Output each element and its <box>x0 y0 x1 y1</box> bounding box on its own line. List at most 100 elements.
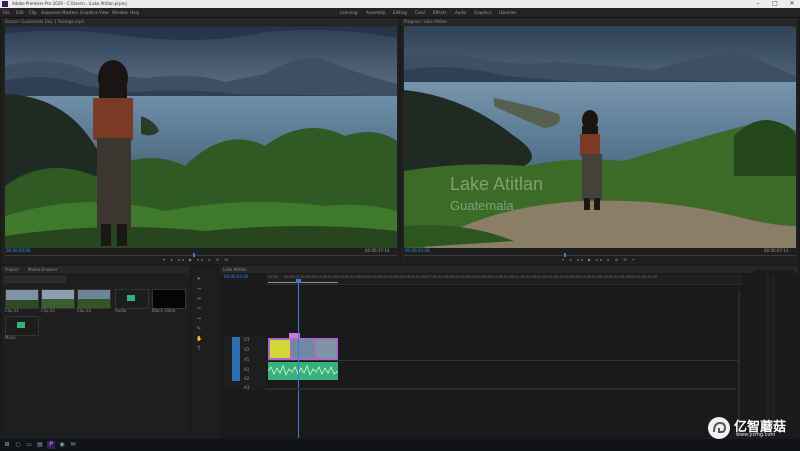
workspace-editing[interactable]: Editing <box>393 10 407 15</box>
work-area-bar[interactable] <box>268 282 338 283</box>
selection-tool-icon[interactable]: ➤ <box>196 276 202 282</box>
project-thumb-black-video[interactable] <box>152 289 186 309</box>
track-target-v1[interactable] <box>232 337 240 381</box>
search-icon[interactable]: ○ <box>14 441 22 449</box>
project-item-label-4: Audio <box>115 308 127 313</box>
title-overlay-line2: Guatemala <box>450 198 514 213</box>
maximize-button[interactable]: □ <box>767 0 783 8</box>
tab-media-browser[interactable]: Media Browser <box>28 267 58 272</box>
workspace-audio[interactable]: Audio <box>455 10 466 15</box>
track-label-a3: A3 <box>244 385 250 390</box>
tools-panel: ➤ ⇥ ⇔ ✂ ↔ ✎ ✋ T <box>192 266 218 438</box>
ruler-label-9: 00:00:09:00 <box>460 275 482 279</box>
project-thumb-music[interactable] <box>5 316 39 336</box>
source-monitor-tab[interactable]: Source: Guatemala Day 1 Footage.mp4 <box>5 19 84 24</box>
project-thumb-audio[interactable] <box>115 289 149 309</box>
ruler-label-17: 00:00:17:00 <box>636 275 658 279</box>
track-label-a1: A1 <box>244 367 250 372</box>
program-timecode-current[interactable]: 00:00:03:00 <box>405 248 429 253</box>
workspace-assembly[interactable]: Assembly <box>366 10 385 15</box>
workspace-color[interactable]: Color <box>415 10 425 15</box>
audio-clip-a1[interactable] <box>267 362 339 380</box>
program-timecode-duration: 00:00:07:14 <box>764 248 789 253</box>
browser-icon[interactable]: ◉ <box>58 441 66 449</box>
minimize-button[interactable]: – <box>750 0 766 8</box>
timeline-playhead[interactable] <box>298 282 299 438</box>
project-thumb-clip-01[interactable] <box>5 289 39 309</box>
premiere-pro-icon[interactable]: P <box>47 441 55 449</box>
menu-window[interactable]: Window <box>112 10 128 15</box>
title-overlay-line1: Lake Atitlan <box>450 174 544 194</box>
ruler-label-3: 00:00:03:00 <box>328 275 350 279</box>
ruler-label-6: 00:00:06:00 <box>394 275 416 279</box>
timeline-timecode[interactable]: 00:00:03:00 <box>224 274 248 279</box>
audio-meter-right <box>772 274 775 424</box>
mail-icon[interactable]: ✉ <box>69 441 77 449</box>
track-label-a2: A2 <box>244 376 250 381</box>
project-item-label-2: Clip 02 <box>41 308 55 313</box>
timeline-sequence-tab[interactable]: Lake Atitlan <box>223 267 247 272</box>
program-video-frame[interactable]: Lake Atitlan Guatemala <box>404 26 796 248</box>
menu-sequence[interactable]: Sequence <box>41 10 61 15</box>
track-label-v2: V2 <box>244 347 250 352</box>
program-monitor-tab[interactable]: Program: Lake Atitlan <box>404 19 447 24</box>
menu-help[interactable]: Help <box>130 10 139 15</box>
source-controls-bar: 00:00:00:00 00:00:17:14 ▾ ◂ ◂◂ ▶ ▸▸ ▸ ⊕ … <box>5 248 397 262</box>
menu-markers[interactable]: Markers <box>62 10 78 15</box>
ruler-label-5: 00:00:05:00 <box>372 275 394 279</box>
task-view-icon[interactable]: ▭ <box>25 441 33 449</box>
ruler-label-16: 00:00:16:00 <box>614 275 636 279</box>
window-title: Adobe Premiere Pro 2019 - C:\Users\...\L… <box>12 1 127 6</box>
project-panel-header: Project Media Browser <box>2 266 190 273</box>
windows-icon[interactable]: ⊞ <box>3 441 11 449</box>
track-label-v3: V3 <box>244 337 250 342</box>
ruler-label-10: 00:00:10:00 <box>482 275 504 279</box>
video-clip-thumb-2 <box>292 340 314 358</box>
program-scrub-bar[interactable] <box>404 255 796 256</box>
project-thumb-clip-02[interactable] <box>41 289 75 309</box>
video-clip-v1[interactable] <box>268 338 338 360</box>
timeline-vertical-scrollbar[interactable] <box>738 290 740 434</box>
tab-project[interactable]: Project <box>5 267 19 272</box>
source-timecode-current[interactable]: 00:00:00:00 <box>6 248 30 253</box>
title-bar: Adobe Premiere Pro 2019 - C:\Users\...\L… <box>0 0 800 8</box>
project-item-label-6: Music <box>5 335 17 340</box>
project-thumb-clip-03[interactable] <box>77 289 111 309</box>
program-transport-controls[interactable]: ▾ ◂ ◂◂ ▶ ▸▸ ▸ ⊕ ⊞ ✂ <box>562 257 637 262</box>
workspace-libraries[interactable]: Libraries <box>499 10 516 15</box>
watermark-logo-icon <box>708 417 730 439</box>
program-landscape-image <box>404 26 796 248</box>
windows-taskbar: ⊞ ○ ▭ ▤ P ◉ ✉ <box>0 439 800 451</box>
workspace-learning[interactable]: Learning <box>340 10 357 15</box>
menu-view[interactable]: View <box>99 10 109 15</box>
track-select-tool-icon[interactable]: ⇥ <box>196 286 202 292</box>
audio-meter-left <box>766 274 769 424</box>
audio-waveform <box>267 364 339 377</box>
menu-file[interactable]: File <box>3 10 10 15</box>
track-headers: V3 V2 V1 A1 A2 A3 <box>224 335 266 390</box>
workspace-graphics[interactable]: Graphics <box>474 10 492 15</box>
menu-clip[interactable]: Clip <box>29 10 37 15</box>
workspace-effects[interactable]: Effects <box>433 10 447 15</box>
slip-tool-icon[interactable]: ↔ <box>196 316 202 322</box>
type-tool-icon[interactable]: T <box>196 346 202 352</box>
razor-tool-icon[interactable]: ✂ <box>196 306 202 312</box>
source-transport-controls[interactable]: ▾ ◂ ◂◂ ▶ ▸▸ ▸ ⊕ ⊞ <box>163 257 230 262</box>
timeline-playhead-handle[interactable] <box>296 279 301 283</box>
pen-tool-icon[interactable]: ✎ <box>196 326 202 332</box>
ruler-label-11: 00:00:11:00 <box>504 275 526 279</box>
source-scrub-bar[interactable] <box>5 255 397 256</box>
audio-icon <box>127 295 135 301</box>
close-button[interactable]: ✕ <box>784 0 800 8</box>
ruler-label-15: 00:00:15:00 <box>592 275 614 279</box>
project-search-input[interactable] <box>4 276 66 283</box>
ruler-label-13: 00:00:13:00 <box>548 275 570 279</box>
file-explorer-icon[interactable]: ▤ <box>36 441 44 449</box>
timeline-horizontal-scrollbar[interactable] <box>266 388 736 390</box>
hand-tool-icon[interactable]: ✋ <box>196 336 202 342</box>
menu-edit[interactable]: Edit <box>16 10 24 15</box>
menu-graphics[interactable]: Graphics <box>80 10 98 15</box>
ripple-edit-tool-icon[interactable]: ⇔ <box>196 296 202 302</box>
music-icon <box>17 322 25 328</box>
source-video-frame[interactable] <box>5 26 397 248</box>
